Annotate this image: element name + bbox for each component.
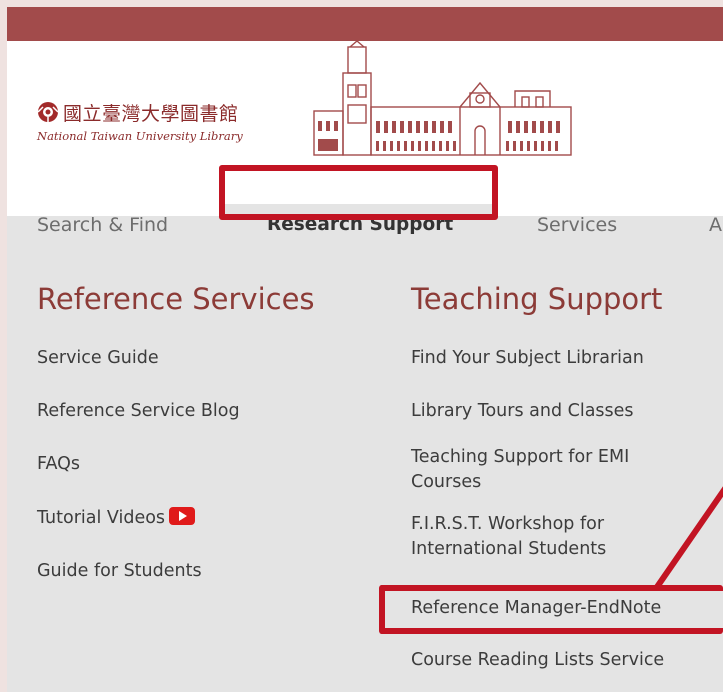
library-name-en: National Taiwan University Library: [37, 129, 243, 143]
link-tutorial-videos[interactable]: Tutorial Videos: [37, 506, 196, 531]
link-library-tours-classes[interactable]: Library Tours and Classes: [411, 399, 634, 424]
research-support-highlight: [219, 165, 498, 220]
link-service-guide[interactable]: Service Guide: [37, 346, 159, 371]
nav-about[interactable]: A: [709, 214, 722, 236]
nav-search-find[interactable]: Search & Find: [37, 214, 168, 236]
link-faqs[interactable]: FAQs: [37, 452, 80, 477]
link-find-subject-librarian[interactable]: Find Your Subject Librarian: [411, 346, 644, 371]
link-guide-for-students[interactable]: Guide for Students: [37, 559, 202, 584]
link-reference-service-blog[interactable]: Reference Service Blog: [37, 399, 240, 424]
nav-services[interactable]: Services: [537, 214, 617, 236]
link-first-workshop[interactable]: F.I.R.S.T. Workshop for International St…: [411, 512, 671, 562]
link-course-reading-lists[interactable]: Course Reading Lists Service: [411, 648, 664, 673]
library-building-illustration: [313, 41, 572, 156]
library-name-zh: 國立臺灣大學圖書館: [63, 103, 239, 125]
tutorial-videos-label: Tutorial Videos: [37, 508, 166, 528]
page-frame: 國立臺灣大學圖書館 National Taiwan University Lib…: [7, 7, 723, 692]
reference-services-title: Reference Services: [37, 282, 315, 316]
teaching-support-title: Teaching Support: [411, 282, 663, 316]
pointer-arrow: [654, 486, 723, 590]
ntu-emblem-icon: [37, 102, 59, 122]
top-bar: [7, 7, 723, 41]
youtube-icon: [169, 507, 196, 525]
